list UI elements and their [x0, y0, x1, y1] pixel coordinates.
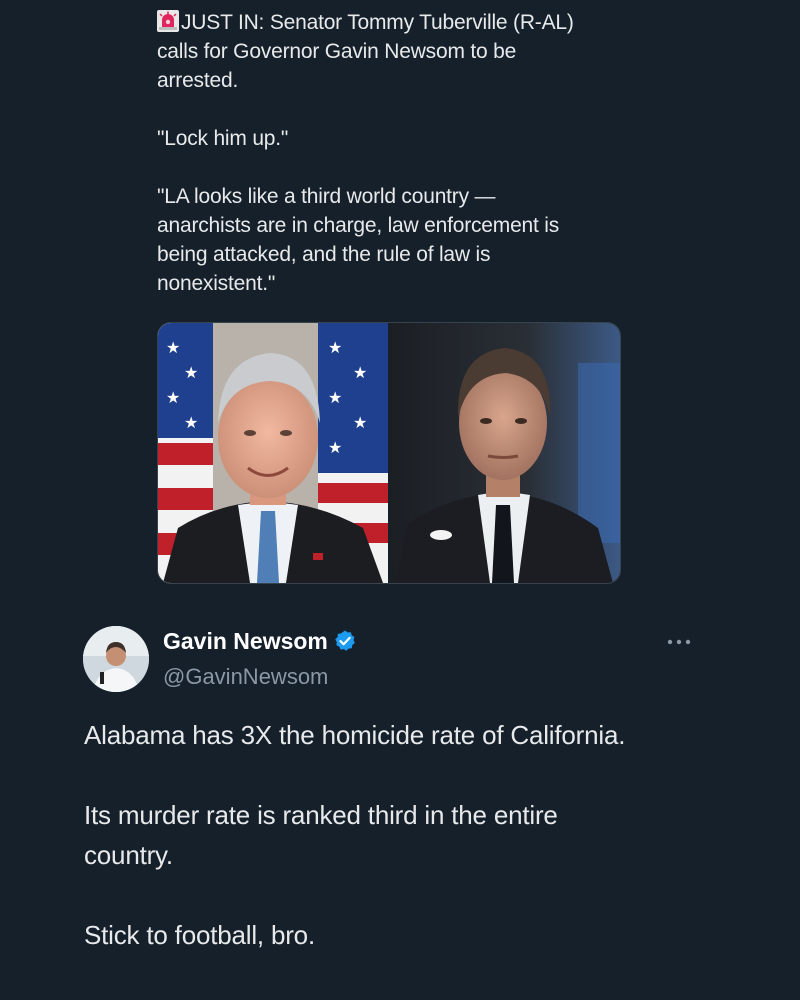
- quoted-line: arrested.: [157, 69, 239, 92]
- svg-text:★: ★: [328, 440, 342, 457]
- svg-text:★: ★: [166, 390, 180, 407]
- quoted-line: "LA looks like a third world country —: [157, 185, 496, 208]
- svg-text:★: ★: [184, 415, 198, 432]
- avatar[interactable]: [83, 626, 149, 692]
- tuberville-photo: ★ ★ ★ ★ ★ ★ ★ ★ ★: [158, 323, 388, 583]
- quoted-line: JUST IN: Senator Tommy Tuberville (R-AL): [157, 8, 627, 37]
- more-options-icon[interactable]: [665, 632, 693, 652]
- reply-tweet-text: Alabama has 3X the homicide rate of Cali…: [84, 715, 724, 955]
- reply-line: country.: [84, 840, 173, 870]
- quoted-line: being attacked, and the rule of law is: [157, 243, 491, 266]
- svg-text:★: ★: [353, 365, 367, 382]
- quoted-paragraph-3: "LA looks like a third world country — a…: [157, 182, 627, 298]
- quoted-line: nonexistent.": [157, 272, 276, 295]
- svg-text:★: ★: [166, 340, 180, 357]
- siren-icon: [157, 10, 179, 32]
- display-name-text: Gavin Newsom: [163, 628, 328, 654]
- svg-text:★: ★: [328, 390, 342, 407]
- quoted-line: calls for Governor Gavin Newsom to be: [157, 40, 517, 63]
- reply-paragraph-3: Stick to football, bro.: [84, 915, 724, 955]
- verified-badge-icon: [333, 629, 357, 653]
- quoted-headline: JUST IN: Senator Tommy Tuberville (R-AL): [181, 11, 574, 34]
- reply-line: Alabama has 3X the homicide rate of Cali…: [84, 720, 626, 750]
- user-handle[interactable]: @GavinNewsom: [163, 664, 328, 690]
- svg-text:★: ★: [353, 415, 367, 432]
- reply-paragraph-1: Alabama has 3X the homicide rate of Cali…: [84, 715, 724, 755]
- quoted-paragraph-1: JUST IN: Senator Tommy Tuberville (R-AL)…: [157, 8, 627, 95]
- quoted-tweet-media[interactable]: ★ ★ ★ ★ ★ ★ ★ ★ ★: [157, 322, 621, 584]
- reply-tweet-header: Gavin Newsom @GavinNewsom: [83, 626, 703, 696]
- quoted-tweet: JUST IN: Senator Tommy Tuberville (R-AL)…: [157, 8, 627, 298]
- svg-text:★: ★: [328, 340, 342, 357]
- quoted-paragraph-2: "Lock him up.": [157, 124, 627, 153]
- reply-line: Stick to football, bro.: [84, 920, 315, 950]
- svg-text:★: ★: [184, 365, 198, 382]
- quoted-line: anarchists are in charge, law enforcemen…: [157, 214, 560, 237]
- reply-paragraph-2: Its murder rate is ranked third in the e…: [84, 795, 724, 875]
- reply-line: Its murder rate is ranked third in the e…: [84, 800, 558, 830]
- quoted-line: "Lock him up.": [157, 127, 289, 150]
- newsom-photo: [390, 323, 620, 583]
- display-name[interactable]: Gavin Newsom: [163, 628, 357, 655]
